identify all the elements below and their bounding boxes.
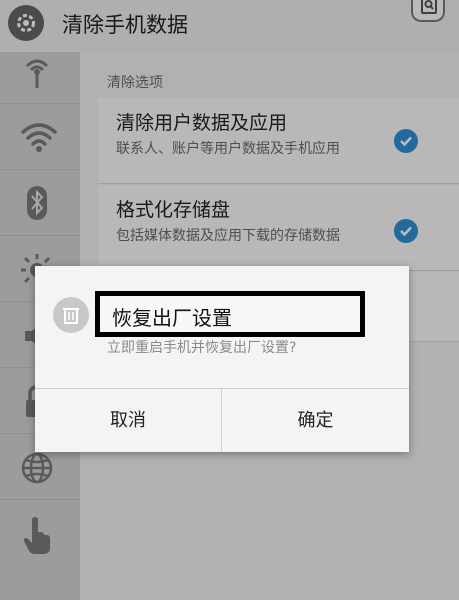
confirm-button[interactable]: 确定 bbox=[222, 389, 409, 452]
trash-icon bbox=[53, 297, 89, 333]
dialog-button-bar: 取消 确定 bbox=[35, 388, 409, 452]
confirm-dialog: 恢复出厂设置 立即重启手机并恢复出厂设置? 取消 确定 bbox=[35, 266, 409, 452]
dialog-title-highlight: 恢复出厂设置 bbox=[95, 291, 365, 337]
dialog-message: 立即重启手机并恢复出厂设置? bbox=[107, 340, 297, 356]
dialog-title: 恢复出厂设置 bbox=[112, 306, 232, 330]
cancel-button[interactable]: 取消 bbox=[35, 389, 222, 452]
